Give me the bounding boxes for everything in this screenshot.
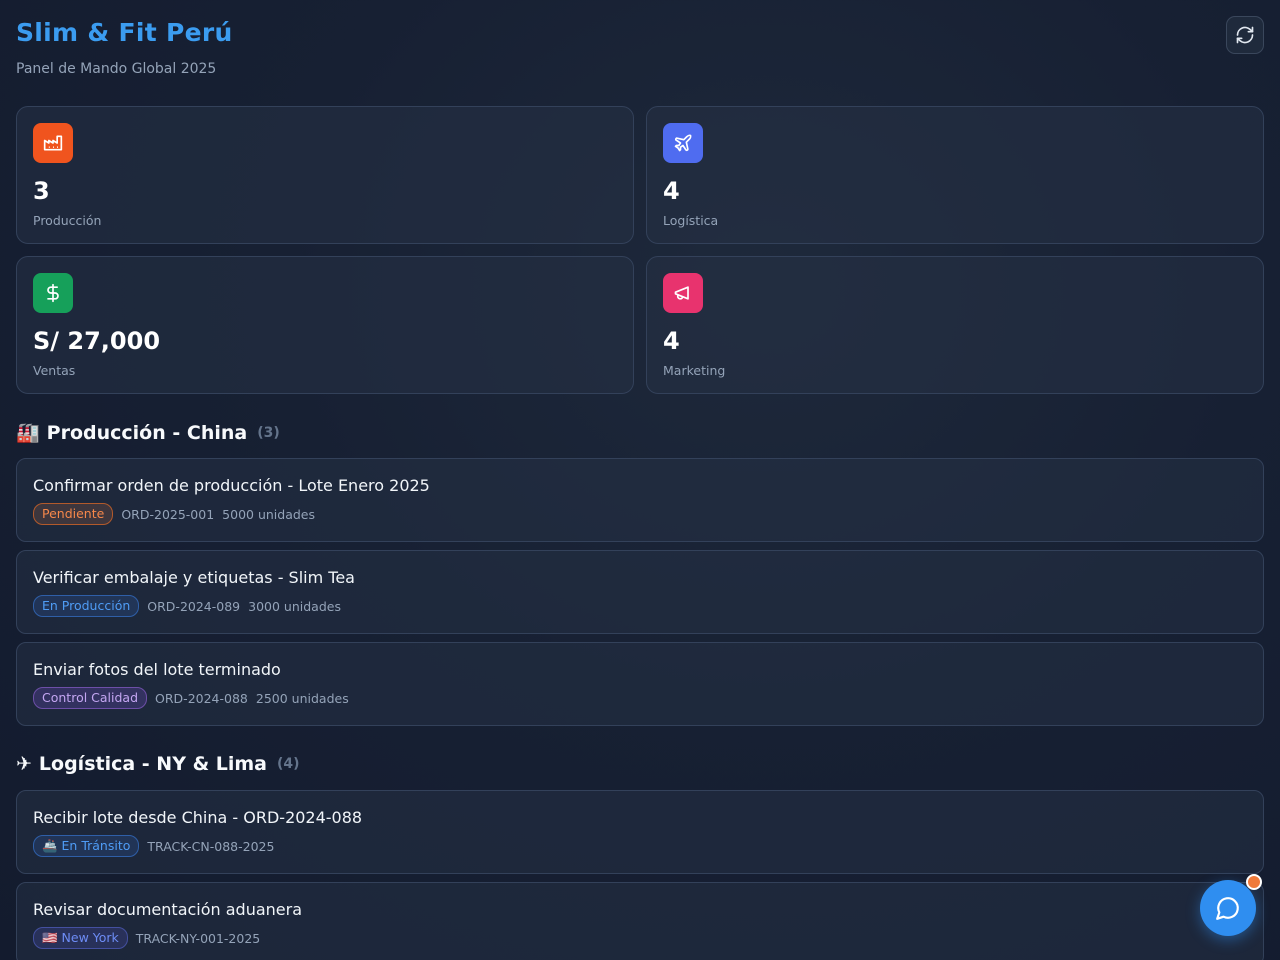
- stat-card-ventas[interactable]: S/ 27,000 Ventas: [16, 256, 634, 394]
- plane-icon: [663, 123, 703, 163]
- section-title-produccion: 🏭 Producción - China (3): [16, 421, 280, 445]
- section-title-logistica: ✈ Logística - NY & Lima (4): [16, 753, 300, 775]
- order-id: ORD-2024-088: [155, 690, 248, 706]
- task-card[interactable]: Revisar documentación aduanera 🇺🇸 New Yo…: [16, 882, 1264, 960]
- task-title: Revisar documentación aduanera: [33, 900, 303, 919]
- stat-label: Marketing: [663, 363, 726, 378]
- section-heading: Logística - NY & Lima: [38, 753, 267, 775]
- tracking-id: TRACK-NY-001-2025: [135, 930, 261, 946]
- units-count: 2500 unidades: [255, 690, 349, 706]
- status-badge: En Producción: [33, 595, 140, 617]
- task-title: Verificar embalaje y etiquetas - Slim Te…: [33, 568, 355, 587]
- status-badge: Control Calidad: [33, 687, 148, 709]
- order-id: ORD-2024-089: [147, 598, 241, 614]
- chat-icon: [1216, 897, 1239, 920]
- stat-card-produccion[interactable]: 3 Producción: [16, 106, 634, 244]
- header: Slim & Fit Perú Panel de Mando Global 20…: [16, 16, 1264, 88]
- task-title: Enviar fotos del lote terminado: [33, 660, 281, 679]
- stat-card-logistica[interactable]: 4 Logística: [646, 106, 1264, 244]
- status-badge: Pendiente: [33, 503, 114, 525]
- stat-label: Logística: [663, 213, 719, 228]
- section-heading: Producción - China: [46, 421, 248, 444]
- task-title: Recibir lote desde China - ORD-2024-088: [33, 808, 363, 827]
- stat-value: 4: [663, 177, 680, 205]
- units-count: 5000 unidades: [222, 506, 316, 522]
- stat-value: S/ 27,000: [33, 327, 161, 355]
- plane-emoji-icon: ✈: [16, 753, 32, 775]
- stat-label: Ventas: [33, 363, 76, 378]
- tracking-id: TRACK-CN-088-2025: [147, 838, 275, 854]
- section-count: (3): [257, 424, 280, 441]
- units-count: 3000 unidades: [248, 598, 341, 614]
- stat-card-marketing[interactable]: 4 Marketing: [646, 256, 1264, 394]
- stat-value: 3: [33, 177, 50, 205]
- notification-dot: [1246, 874, 1262, 890]
- stats-grid: 3 Producción 4 Logística S/ 27,000 Venta…: [16, 106, 1264, 394]
- app-title: Slim & Fit Perú: [16, 18, 233, 47]
- task-card[interactable]: Verificar embalaje y etiquetas - Slim Te…: [16, 550, 1264, 634]
- refresh-button[interactable]: [1226, 16, 1264, 54]
- order-id: ORD-2025-001: [121, 506, 215, 522]
- megaphone-icon: [663, 273, 703, 313]
- status-badge: 🇺🇸 New York: [33, 927, 128, 949]
- task-card[interactable]: Recibir lote desde China - ORD-2024-088 …: [16, 790, 1264, 874]
- section-count: (4): [277, 756, 300, 772]
- factory-icon: [33, 123, 73, 163]
- page-subtitle: Panel de Mando Global 2025: [16, 61, 217, 77]
- refresh-icon: [1236, 26, 1254, 44]
- stat-value: 4: [663, 327, 680, 355]
- task-title: Confirmar orden de producción - Lote Ene…: [33, 476, 430, 495]
- status-badge: 🚢 En Tránsito: [33, 835, 140, 857]
- task-card[interactable]: Enviar fotos del lote terminado Control …: [16, 642, 1264, 726]
- dollar-icon: [33, 273, 73, 313]
- task-card[interactable]: Confirmar orden de producción - Lote Ene…: [16, 458, 1264, 542]
- stat-label: Producción: [33, 213, 102, 228]
- chat-button[interactable]: [1200, 880, 1256, 936]
- factory-emoji-icon: 🏭: [16, 422, 40, 444]
